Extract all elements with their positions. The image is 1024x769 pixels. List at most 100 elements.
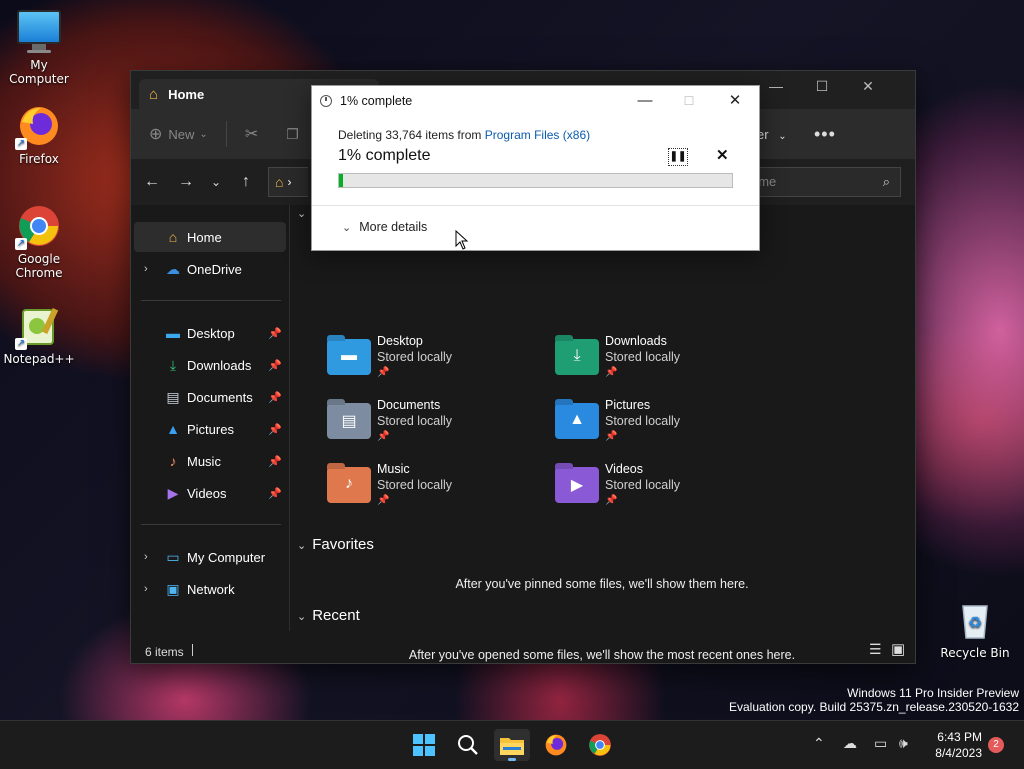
dialog-close-button[interactable]: ✕	[712, 86, 758, 116]
quick-access-status: Stored locally	[377, 350, 453, 364]
sidebar-item-desktop[interactable]: ▬ Desktop 📌	[134, 318, 286, 348]
chrome-icon: ↗	[15, 204, 61, 250]
up-arrow-icon[interactable]: ↑	[229, 173, 263, 191]
chevron-right-icon[interactable]: ›	[144, 583, 148, 595]
desktop-folder-icon: ▬	[327, 339, 371, 375]
chevron-right-icon[interactable]: ›	[144, 551, 148, 563]
taskbar-chrome[interactable]	[582, 729, 618, 761]
quick-access-item-desktop[interactable]: ▬ Desktop Stored locally 📌	[327, 333, 527, 389]
taskbar-firefox[interactable]	[538, 729, 574, 761]
cut-icon[interactable]: ✂	[245, 124, 258, 144]
home-icon: ⌂	[149, 85, 159, 103]
maximize-button[interactable]: ☐	[799, 71, 845, 101]
taskbar-clock[interactable]: 6:43 PM 8/4/2023	[926, 729, 982, 761]
pin-icon[interactable]: 📌	[268, 359, 282, 372]
quick-access-item-music[interactable]: ♪ Music Stored locally 📌	[327, 461, 527, 517]
quick-access-item-videos[interactable]: ▶ Videos Stored locally 📌	[555, 461, 755, 517]
recent-header[interactable]: ⌄ Recent	[297, 607, 360, 624]
start-button[interactable]	[406, 729, 442, 761]
notification-badge[interactable]: 2	[988, 737, 1004, 753]
search-input[interactable]: ome ⌕	[744, 167, 901, 197]
desktop-icon-google-chrome[interactable]: ↗ Google Chrome	[0, 204, 78, 280]
tiles-view-icon[interactable]: ▣	[891, 640, 905, 658]
desktop-icon-notepad-plus-plus[interactable]: ↗ Notepad++	[0, 304, 78, 366]
navigation-pane: ⌂ Home › ☁ OneDrive ▬ Desktop 📌 ⤓ Downlo…	[131, 205, 290, 631]
source-folder-link[interactable]: Program Files (x86)	[485, 128, 590, 142]
network-disconnected-icon[interactable]: ☁	[843, 735, 857, 752]
display-icon[interactable]: ▭	[874, 735, 887, 752]
sidebar-item-pictures[interactable]: ▲ Pictures 📌	[134, 414, 286, 444]
desktop-icon-recycle-bin[interactable]: ♻ Recycle Bin	[936, 598, 1014, 660]
computer-icon: ▭	[166, 548, 180, 565]
progress-bar	[338, 173, 733, 188]
back-arrow-icon[interactable]: ←	[135, 173, 169, 191]
download-icon: ⤓	[169, 356, 177, 373]
tab-title: Home	[168, 86, 205, 102]
quick-access-item-pictures[interactable]: ▲ Pictures Stored locally 📌	[555, 397, 755, 453]
breadcrumb-chevron-icon: ›	[287, 175, 292, 189]
sidebar-item-documents[interactable]: ▤ Documents 📌	[134, 382, 286, 412]
more-options-icon[interactable]: •••	[814, 124, 836, 145]
quick-access-header[interactable]: ⌄	[297, 204, 312, 221]
home-icon: ⌂	[275, 174, 284, 190]
chevron-right-icon[interactable]: ›	[144, 263, 148, 275]
chevron-down-icon: ⌄	[199, 128, 208, 140]
view-button[interactable]: er ⌄	[757, 127, 787, 142]
quick-access-item-downloads[interactable]: ⤓ Downloads Stored locally 📌	[555, 333, 755, 389]
watermark-line-1: Windows 11 Pro Insider Preview	[847, 686, 1019, 700]
documents-folder-icon: ▤	[327, 403, 371, 439]
sidebar-item-onedrive[interactable]: › ☁ OneDrive	[134, 254, 286, 284]
desktop-icon-label: Recycle Bin	[940, 646, 1010, 660]
more-details-button[interactable]: ⌄ More details	[342, 220, 427, 234]
quick-access-name: Desktop	[377, 334, 423, 348]
taskbar-file-explorer[interactable]	[494, 729, 530, 761]
sidebar-item-videos[interactable]: ▶ Videos 📌	[134, 478, 286, 508]
firefox-icon	[545, 734, 567, 756]
sidebar-item-my-computer[interactable]: › ▭ My Computer	[134, 542, 286, 572]
firefox-icon: ↗	[15, 104, 61, 150]
favorites-header[interactable]: ⌄ Favorites	[297, 536, 374, 553]
downloads-folder-icon: ⤓	[555, 339, 599, 375]
quick-access-status: Stored locally	[377, 414, 453, 428]
pin-icon[interactable]: 📌	[268, 391, 282, 404]
pin-icon: 📌	[377, 495, 390, 506]
details-view-icon[interactable]: ☰	[869, 641, 882, 658]
recycle-bin-icon: ♻	[953, 598, 997, 642]
address-bar[interactable]: ⌂ ›	[268, 167, 308, 197]
pause-button[interactable]: ❚❚	[668, 148, 688, 166]
sidebar-item-downloads[interactable]: ⤓ Downloads 📌	[134, 350, 286, 380]
cancel-operation-button[interactable]: ✕	[716, 146, 729, 164]
sidebar-item-network[interactable]: › ▣ Network	[134, 574, 286, 604]
forward-arrow-icon[interactable]: →	[169, 173, 203, 191]
desktop-icon-label: Google Chrome	[15, 252, 63, 280]
status-divider	[192, 644, 193, 656]
video-icon: ▶	[167, 484, 179, 501]
quick-access-status: Stored locally	[605, 350, 681, 364]
quick-access-name: Documents	[377, 398, 441, 412]
volume-icon[interactable]: 🕪	[899, 735, 908, 752]
new-button-label: New	[168, 126, 195, 142]
sidebar-item-label: Videos	[187, 485, 227, 501]
search-button[interactable]	[450, 729, 486, 761]
new-button[interactable]: ⊕ New ⌄	[149, 124, 208, 144]
os-watermark: Windows 11 Pro Insider Preview Evaluatio…	[729, 686, 1019, 714]
dialog-minimize-button[interactable]: —	[622, 86, 668, 116]
pin-icon[interactable]: 📌	[268, 423, 282, 436]
sidebar-item-music[interactable]: ♪ Music 📌	[134, 446, 286, 476]
music-folder-icon: ♪	[327, 467, 371, 503]
show-hidden-icons-chevron-icon[interactable]: ⌃	[813, 735, 825, 752]
desktop-icon-my-computer[interactable]: My Computer	[0, 10, 78, 86]
windows-logo-icon	[413, 734, 435, 756]
recent-locations-chevron-icon[interactable]: ⌄	[203, 175, 229, 189]
desktop-folder-icon: ▬	[166, 325, 180, 341]
pin-icon[interactable]: 📌	[268, 487, 282, 500]
sidebar-item-home[interactable]: ⌂ Home	[134, 222, 286, 252]
close-button[interactable]: ✕	[845, 71, 891, 101]
pin-icon[interactable]: 📌	[268, 327, 282, 340]
clock-date: 8/4/2023	[935, 746, 982, 760]
sidebar-item-label: Documents	[187, 389, 253, 405]
desktop-icon-firefox[interactable]: ↗ Firefox	[0, 104, 78, 166]
copy-icon[interactable]: ❐	[286, 126, 299, 143]
quick-access-item-documents[interactable]: ▤ Documents Stored locally 📌	[327, 397, 527, 453]
pin-icon[interactable]: 📌	[268, 455, 282, 468]
